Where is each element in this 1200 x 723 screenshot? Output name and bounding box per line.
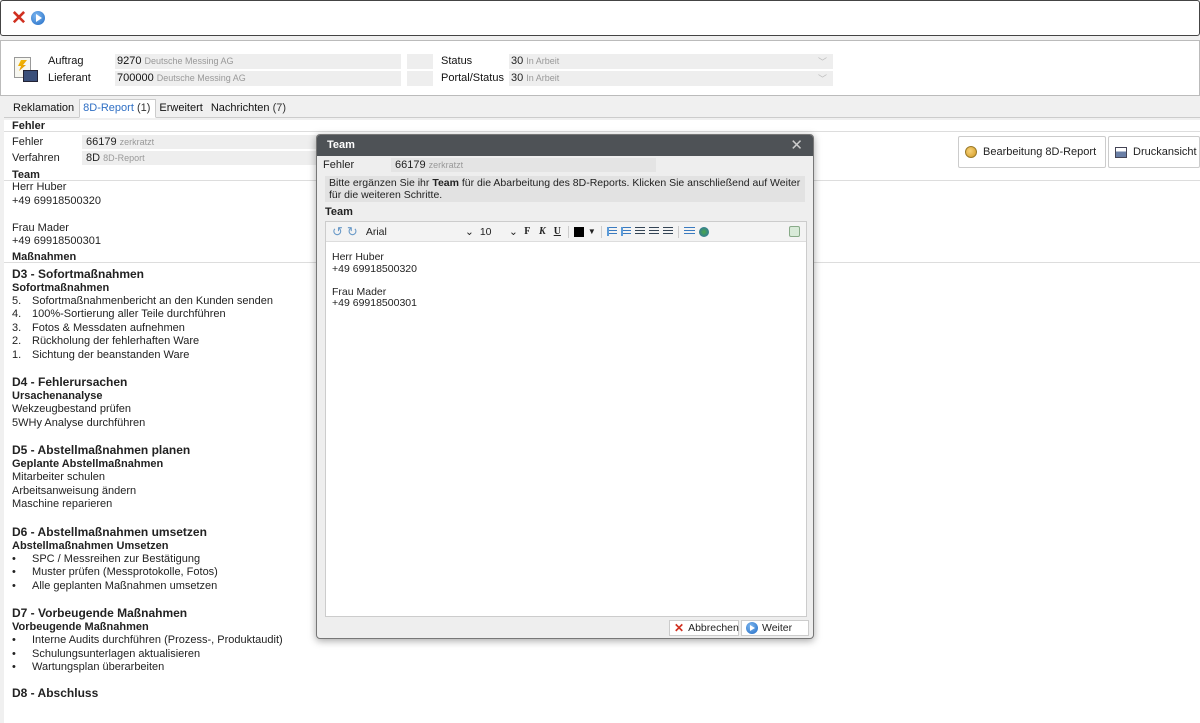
auftrag-extra-field [407, 54, 433, 69]
chevron-down-icon[interactable]: ▼ [588, 227, 596, 236]
editor-toolbar: ↺ ↻ Arial ⌄ 10 ⌄ F K U ▼ [326, 222, 806, 242]
cancel-label: Abbrechen [688, 622, 739, 634]
dialog-titlebar: Team ✕ [317, 135, 813, 156]
editor-line: Herr Huber [332, 251, 384, 263]
bold-icon[interactable]: F [522, 226, 533, 237]
verfahren-label: Verfahren [12, 152, 60, 164]
dialog-team-label: Team [325, 206, 353, 218]
dialog-fehler-field[interactable]: 66179 zerkratzt [391, 158, 656, 172]
portal-status-select[interactable]: 30 In Arbeit ﹀ [509, 71, 833, 86]
chevron-down-icon: ﹀ [817, 74, 827, 84]
next-icon [746, 622, 758, 634]
list-item: • Wartungsplan überarbeiten [12, 661, 165, 673]
play-icon[interactable] [30, 11, 45, 25]
dialog-title: Team [327, 139, 355, 151]
lieferant-label: Lieferant [48, 72, 91, 84]
cancel-icon: ✕ [674, 621, 685, 635]
dialog-fehler-row: Fehler 66179 zerkratzt [317, 156, 813, 172]
indent-icon[interactable] [620, 227, 631, 236]
editor-line: +49 69918500320 [332, 262, 417, 275]
font-size-select[interactable]: 10 ⌄ [480, 226, 518, 238]
italic-icon[interactable]: K [537, 226, 548, 237]
bullet-list-icon[interactable] [683, 227, 695, 236]
toolbar-divider [567, 225, 569, 238]
complaint-document-icon [14, 57, 38, 83]
team-rich-text-editor[interactable]: ↺ ↻ Arial ⌄ 10 ⌄ F K U ▼ Herr Huber +49 69… [325, 221, 807, 617]
chevron-down-icon: ﹀ [817, 57, 827, 67]
tab-reklamation[interactable]: Reklamation [10, 100, 79, 117]
list-item: • Schulungsunterlagen aktualisieren [12, 647, 201, 660]
next-button[interactable]: Weiter [741, 620, 809, 636]
dialog-info-text: Bitte ergänzen Sie ihr Team für die Abar… [325, 176, 805, 202]
printer-icon [1115, 146, 1127, 158]
tab-8d-report[interactable]: 8D-Report (1) [79, 99, 157, 118]
editor-content[interactable]: Herr Huber +49 69918500320 Frau Mader +4… [326, 242, 806, 310]
close-icon[interactable]: ✕ [11, 9, 27, 28]
font-family-select[interactable]: Arial ⌄ [366, 226, 474, 238]
dialog-fehler-label: Fehler [323, 159, 355, 171]
status-select[interactable]: 30 In Arbeit ﹀ [509, 54, 833, 69]
redo-icon[interactable]: ↻ [347, 224, 358, 240]
font-color-icon[interactable] [573, 226, 584, 237]
underline-icon[interactable]: U [552, 226, 563, 237]
verfahren-field[interactable]: 8D 8D-Report [82, 151, 322, 165]
dialog-footer: ✕ Abbrechen Weiter [317, 618, 813, 638]
editor-line: +49 69918500301 [332, 297, 417, 309]
cancel-button[interactable]: ✕ Abbrechen [669, 620, 739, 636]
next-label: Weiter [762, 622, 793, 634]
d8-heading: D8 - Abschluss [12, 685, 99, 700]
tab-bar: Reklamation 8D-Report (1) Erweitert Nach… [4, 98, 1200, 118]
fehler-field[interactable]: 66179 zerkratzt [82, 135, 322, 149]
tab-nachrichten[interactable]: Nachrichten (7) [208, 100, 291, 117]
edit-icon [965, 146, 977, 158]
insert-link-icon[interactable] [698, 226, 709, 237]
chevron-down-icon: ⌄ [465, 225, 474, 238]
outdent-icon[interactable] [606, 227, 617, 236]
toolbar-divider [677, 225, 679, 238]
align-right-icon[interactable] [662, 227, 673, 236]
tab-erweitert[interactable]: Erweitert [156, 100, 207, 117]
close-icon[interactable]: ✕ [790, 135, 803, 156]
undo-icon[interactable]: ↺ [332, 224, 343, 240]
lieferant-extra-field [407, 71, 433, 86]
align-left-icon[interactable] [634, 227, 645, 236]
source-view-icon[interactable] [789, 226, 800, 237]
print-view-button[interactable]: Druckansicht [1108, 136, 1200, 168]
toolbar-divider [600, 225, 602, 238]
fehler-label: Fehler [12, 136, 44, 148]
auftrag-field[interactable]: 9270 Deutsche Messing AG [115, 54, 401, 69]
status-label: Status [441, 55, 473, 67]
auftrag-label: Auftrag [48, 55, 84, 67]
edit-8d-report-label: Bearbeitung 8D-Report [983, 146, 1097, 158]
order-header: Auftrag 9270 Deutsche Messing AG Lieferan… [0, 40, 1200, 96]
edit-8d-report-button[interactable]: Bearbeitung 8D-Report [958, 136, 1106, 168]
align-center-icon[interactable] [648, 227, 659, 236]
chevron-down-icon: ⌄ [509, 225, 518, 238]
top-toolbar: ✕ [0, 0, 1200, 36]
lieferant-field[interactable]: 700000 Deutsche Messing AG [115, 71, 401, 86]
portal-status-label: Portal/Status [441, 72, 504, 84]
print-view-label: Druckansicht [1133, 146, 1197, 158]
team-dialog: Team ✕ Fehler 66179 zerkratzt Bitte ergän… [316, 134, 814, 639]
fehler-section-heading: Fehler [4, 120, 1200, 132]
